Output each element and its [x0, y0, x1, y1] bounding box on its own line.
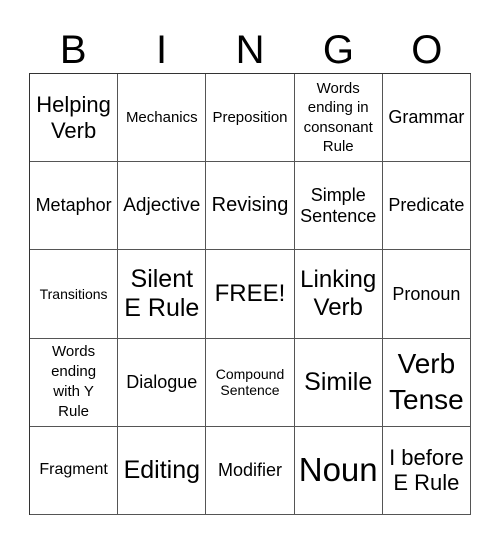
bingo-grid: Helping Verb Mechanics Preposition Words… — [29, 73, 471, 515]
header-letter-n: N — [235, 28, 265, 72]
bingo-cell[interactable]: Mechanics — [118, 74, 207, 163]
header-letter-b: B — [59, 28, 87, 72]
bingo-cell[interactable]: Helping Verb — [30, 74, 119, 163]
bingo-cell[interactable]: Dialogue — [118, 338, 207, 427]
bingo-cell[interactable]: Noun — [294, 426, 383, 515]
bingo-cell[interactable]: Verb Tense — [382, 338, 471, 427]
bingo-cell[interactable]: Silent E Rule — [118, 250, 207, 339]
bingo-cell[interactable]: Revising — [206, 162, 295, 251]
bingo-cell[interactable]: Simple Sentence — [294, 162, 383, 251]
bingo-cell[interactable]: Predicate — [382, 162, 471, 251]
free-space[interactable]: FREE! — [206, 250, 295, 339]
bingo-cell[interactable]: Fragment — [30, 426, 119, 515]
bingo-cell[interactable]: Editing — [118, 426, 207, 515]
header-letter-o: O — [411, 28, 443, 72]
bingo-cell[interactable]: Compound Sentence — [206, 338, 295, 427]
bingo-cell[interactable]: Transitions — [30, 250, 119, 339]
bingo-cell[interactable]: Grammar — [382, 74, 471, 163]
header-letter-g: G — [322, 28, 354, 72]
bingo-cell[interactable]: Modifier — [206, 426, 295, 515]
bingo-cell[interactable]: Simile — [294, 338, 383, 427]
bingo-cell[interactable]: Adjective — [118, 162, 207, 251]
bingo-cell[interactable]: Pronoun — [382, 250, 471, 339]
bingo-cell[interactable]: Words ending with Y Rule — [30, 338, 119, 427]
bingo-cell[interactable]: Words ending in consonant Rule — [294, 74, 383, 163]
bingo-cell[interactable]: I before E Rule — [382, 426, 471, 515]
bingo-cell[interactable]: Metaphor — [30, 162, 119, 251]
bingo-cell[interactable]: Linking Verb — [294, 250, 383, 339]
header-letter-i: I — [156, 28, 168, 72]
bingo-header: B I N G O — [29, 28, 471, 72]
bingo-cell[interactable]: Preposition — [206, 74, 295, 163]
